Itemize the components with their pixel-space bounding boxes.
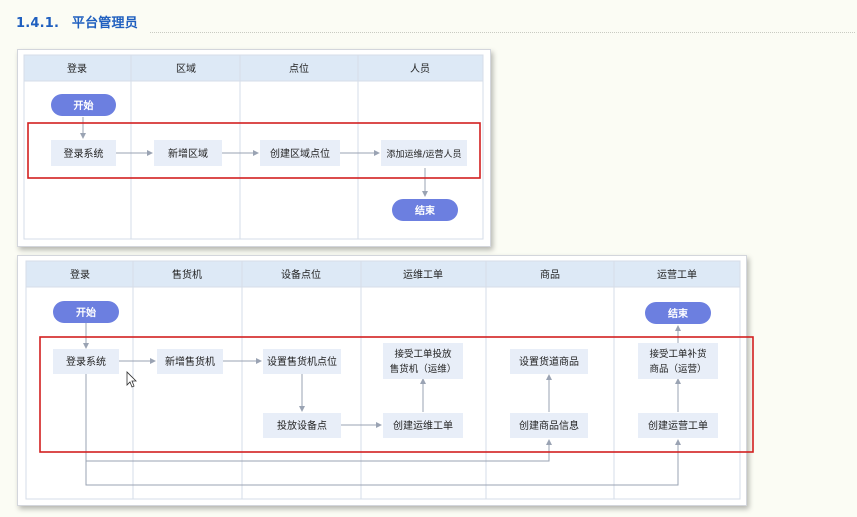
step-login-label: 登录系统: [64, 147, 104, 160]
step-accept-ops-line2: 售货机（运维）: [390, 363, 457, 375]
lane-header-area: 区域: [176, 62, 196, 75]
start-label: 开始: [76, 306, 96, 319]
step-accept-run-line2: 商品（运营）: [649, 363, 706, 375]
lane-header-goods: 商品: [540, 268, 560, 281]
step-set-point-label: 设置售货机点位: [267, 355, 337, 368]
step-add-vending-label: 新增售货机: [165, 355, 215, 368]
heading-divider: [150, 32, 855, 33]
step-create-goods-label: 创建商品信息: [519, 419, 579, 432]
step-add-staff-label: 添加运维/运营人员: [386, 148, 461, 160]
step-accept-run-line1: 接受工单补货: [649, 348, 706, 360]
step-add-area-label: 新增区域: [168, 147, 208, 160]
flowchart-panel-2: 登录 售货机 设备点位 运维工单 商品 运营工单 开始 结束 登录系统 新增售货…: [17, 255, 754, 506]
lane-header-device-point: 设备点位: [281, 268, 321, 281]
step-set-channel-goods-label: 设置货道商品: [519, 355, 579, 368]
step-accept-ops-line1: 接受工单投放: [394, 348, 452, 360]
end-label: 结束: [668, 307, 689, 320]
flowchart-panel-1: 登录 区域 点位 人员 开始 登录系统 新增区域 创建区域点位 添加运维/运营人…: [17, 49, 491, 247]
lane-header-run-order: 运营工单: [657, 268, 697, 281]
step-create-point-label: 创建区域点位: [270, 147, 330, 160]
section-title: 平台管理员: [71, 16, 138, 31]
section-number: 1.4.1.: [16, 16, 60, 31]
step-create-ops-order-label: 创建运维工单: [393, 419, 453, 432]
flowchart-1: 登录 区域 点位 人员 开始 登录系统 新增区域 创建区域点位 添加运维/运营人…: [23, 54, 484, 240]
flowchart-2: 登录 售货机 设备点位 运维工单 商品 运营工单 开始 结束 登录系统 新增售货…: [25, 260, 754, 500]
start-label: 开始: [74, 99, 94, 112]
step-login-label: 登录系统: [66, 355, 106, 368]
step-deploy-device-label: 投放设备点: [277, 419, 327, 432]
lane-header-staff: 人员: [410, 63, 430, 75]
lane-header-vending: 售货机: [172, 268, 202, 281]
lane-header-login: 登录: [67, 62, 87, 75]
lane-header-login: 登录: [70, 268, 90, 281]
step-create-run-order-label: 创建运营工单: [648, 419, 708, 432]
lane-header-point: 点位: [289, 62, 309, 75]
lane-header-ops-order: 运维工单: [403, 268, 443, 281]
end-label: 结束: [415, 204, 436, 217]
section-heading: 1.4.1. 平台管理员: [16, 12, 138, 31]
